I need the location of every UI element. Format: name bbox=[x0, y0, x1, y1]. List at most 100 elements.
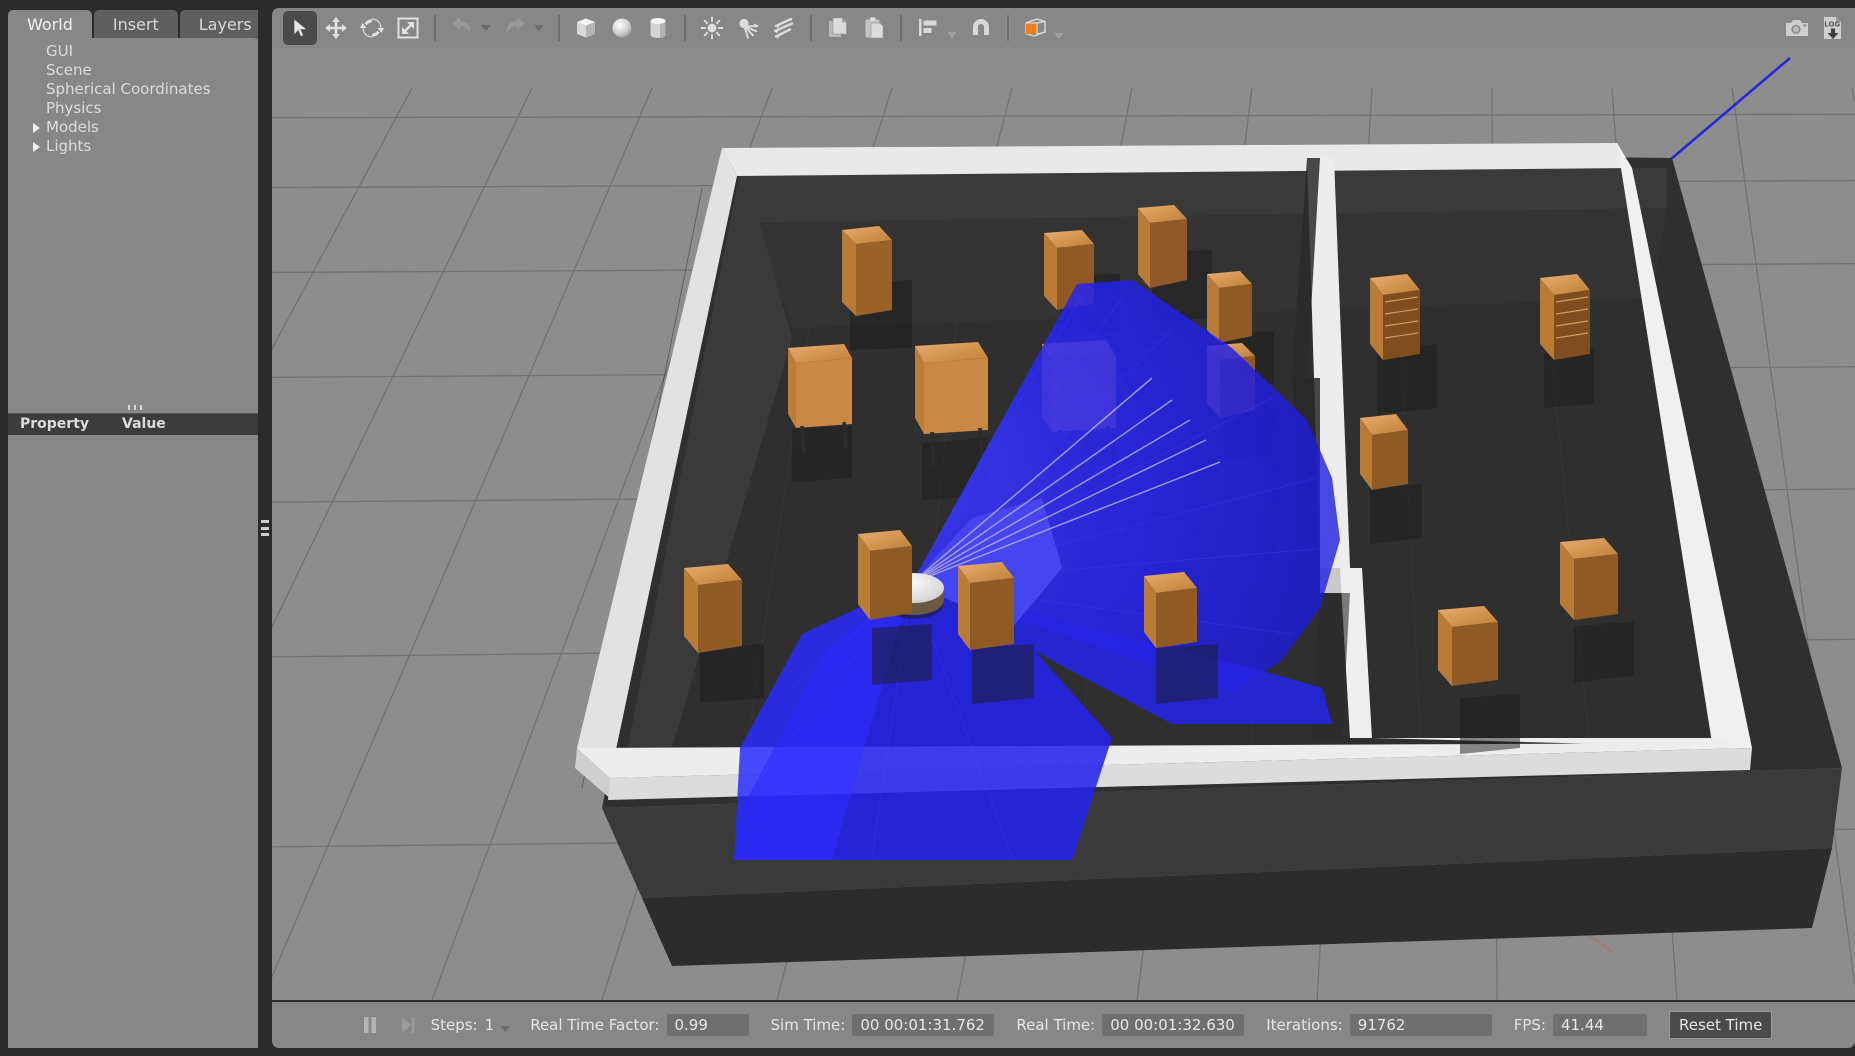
view-appearance-button[interactable] bbox=[1018, 11, 1052, 45]
steps-value[interactable]: 1 bbox=[485, 1016, 495, 1034]
column-header-property[interactable]: Property bbox=[8, 414, 122, 435]
3d-viewport[interactable] bbox=[272, 48, 1855, 1000]
paste-button[interactable] bbox=[857, 11, 891, 45]
tree-item-physics[interactable]: Physics bbox=[8, 99, 260, 118]
undo-dropdown-arrow-icon[interactable] bbox=[481, 25, 491, 31]
redo-button[interactable] bbox=[498, 11, 532, 45]
left-panel: World Insert Layers GUI Scene Spherical … bbox=[0, 0, 271, 1056]
directional-light-icon bbox=[773, 17, 794, 39]
spot-light-icon bbox=[739, 18, 759, 39]
view-appearance-dropdown-arrow-icon[interactable] bbox=[1054, 33, 1064, 39]
toolbar-separator bbox=[900, 15, 902, 41]
align-dropdown-arrow-icon[interactable] bbox=[947, 32, 957, 38]
real-time-value: 00 00:01:32.630 bbox=[1102, 1014, 1245, 1036]
real-time-factor-value: 0.99 bbox=[666, 1014, 749, 1036]
reset-time-button[interactable]: Reset Time bbox=[1668, 1011, 1773, 1039]
directional-light-button[interactable] bbox=[767, 11, 801, 45]
snap-button[interactable] bbox=[964, 11, 998, 45]
svg-text:LOG: LOG bbox=[1824, 21, 1840, 29]
insert-box-button[interactable] bbox=[569, 11, 603, 45]
scene-render bbox=[272, 48, 1855, 1000]
rotate-arrows-icon bbox=[360, 18, 384, 38]
tree-item-label: Lights bbox=[46, 137, 92, 155]
toolbar-separator bbox=[684, 15, 686, 41]
world-tree-panel: GUI Scene Spherical Coordinates Physics … bbox=[8, 38, 260, 1048]
scale-mode-button[interactable] bbox=[391, 11, 425, 45]
fps-value: 41.44 bbox=[1552, 1014, 1647, 1036]
tab-insert[interactable]: Insert bbox=[93, 10, 178, 40]
iterations-value: 91762 bbox=[1349, 1014, 1492, 1036]
panel-splitter-handle[interactable] bbox=[128, 405, 142, 411]
step-forward-icon bbox=[401, 1017, 415, 1033]
redo-dropdown-arrow-icon[interactable] bbox=[534, 25, 544, 31]
box-icon bbox=[577, 18, 595, 38]
left-panel-tabbar: World Insert Layers bbox=[8, 8, 273, 40]
grip-dot bbox=[128, 405, 130, 410]
pause-icon bbox=[363, 1017, 376, 1033]
magnet-snap-icon bbox=[973, 19, 989, 35]
sim-time-label: Sim Time: bbox=[770, 1016, 846, 1034]
copy-icon bbox=[829, 17, 847, 37]
property-table-header: Property Value bbox=[8, 413, 260, 435]
screenshot-button[interactable] bbox=[1780, 11, 1814, 45]
tree-item-lights[interactable]: Lights bbox=[8, 137, 260, 156]
undo-arrow-icon bbox=[452, 17, 471, 34]
steps-label: Steps: bbox=[430, 1016, 478, 1034]
tree-item-models[interactable]: Models bbox=[8, 118, 260, 137]
rotate-mode-button[interactable] bbox=[355, 11, 389, 45]
toolbar-right-group: LOG bbox=[1779, 11, 1855, 45]
grip-dot bbox=[140, 405, 142, 410]
insert-sphere-button[interactable] bbox=[605, 11, 639, 45]
align-button[interactable] bbox=[911, 11, 945, 45]
iterations-label: Iterations: bbox=[1266, 1016, 1343, 1034]
vertical-splitter[interactable] bbox=[258, 0, 272, 1056]
tree-item-label: Models bbox=[46, 118, 99, 136]
point-light-button[interactable] bbox=[695, 11, 729, 45]
render-column: LOG Steps: 1 Real Time Factor: 0.99 Sim … bbox=[272, 0, 1855, 1056]
real-time-label: Real Time: bbox=[1016, 1016, 1096, 1034]
expand-arrow-icon[interactable] bbox=[33, 142, 40, 152]
select-mode-button[interactable] bbox=[283, 11, 317, 45]
copy-button[interactable] bbox=[821, 11, 855, 45]
cylinder-icon bbox=[650, 18, 666, 38]
undo-button[interactable] bbox=[445, 11, 479, 45]
tree-item-gui[interactable]: GUI bbox=[8, 42, 260, 61]
point-light-icon bbox=[700, 16, 724, 40]
pause-button[interactable] bbox=[355, 1010, 385, 1040]
toolbar-separator bbox=[434, 15, 436, 41]
expand-arrow-icon[interactable] bbox=[33, 123, 40, 133]
tree-item-label: GUI bbox=[46, 42, 74, 60]
spot-light-button[interactable] bbox=[731, 11, 765, 45]
orange-cube-icon bbox=[1025, 18, 1046, 37]
tab-world[interactable]: World bbox=[8, 10, 92, 40]
simulation-status-bar: Steps: 1 Real Time Factor: 0.99 Sim Time… bbox=[272, 1002, 1855, 1048]
toolbar-separator bbox=[558, 15, 560, 41]
tree-item-label: Scene bbox=[46, 61, 92, 79]
insert-cylinder-button[interactable] bbox=[641, 11, 675, 45]
real-time-factor-label: Real Time Factor: bbox=[530, 1016, 660, 1034]
tree-item-label: Physics bbox=[46, 99, 102, 117]
splitter-grip bbox=[261, 520, 269, 536]
tree-item-spherical-coordinates[interactable]: Spherical Coordinates bbox=[8, 80, 260, 99]
step-button[interactable] bbox=[393, 1010, 423, 1040]
toolbar-separator bbox=[810, 15, 812, 41]
world-tree: GUI Scene Spherical Coordinates Physics … bbox=[8, 42, 260, 156]
camera-icon bbox=[1786, 20, 1808, 36]
fps-label: FPS: bbox=[1513, 1016, 1546, 1034]
scale-arrows-icon bbox=[397, 17, 419, 39]
tree-item-scene[interactable]: Scene bbox=[8, 61, 260, 80]
tree-item-label: Spherical Coordinates bbox=[46, 80, 211, 98]
save-log-button[interactable]: LOG bbox=[1816, 11, 1850, 45]
translate-mode-button[interactable] bbox=[319, 11, 353, 45]
log-download-icon: LOG bbox=[1824, 17, 1841, 39]
move-arrows-icon bbox=[325, 17, 347, 39]
sphere-icon bbox=[612, 18, 632, 38]
property-table: Property Value bbox=[8, 405, 260, 435]
cursor-arrow-icon bbox=[293, 18, 309, 38]
main-toolbar: LOG bbox=[272, 8, 1855, 48]
toolbar-separator bbox=[1007, 15, 1009, 41]
gazebo-window: World Insert Layers GUI Scene Spherical … bbox=[0, 0, 1855, 1056]
paste-icon bbox=[865, 17, 884, 39]
column-header-value[interactable]: Value bbox=[122, 414, 260, 435]
steps-dropdown-arrow-icon[interactable] bbox=[500, 1025, 511, 1032]
